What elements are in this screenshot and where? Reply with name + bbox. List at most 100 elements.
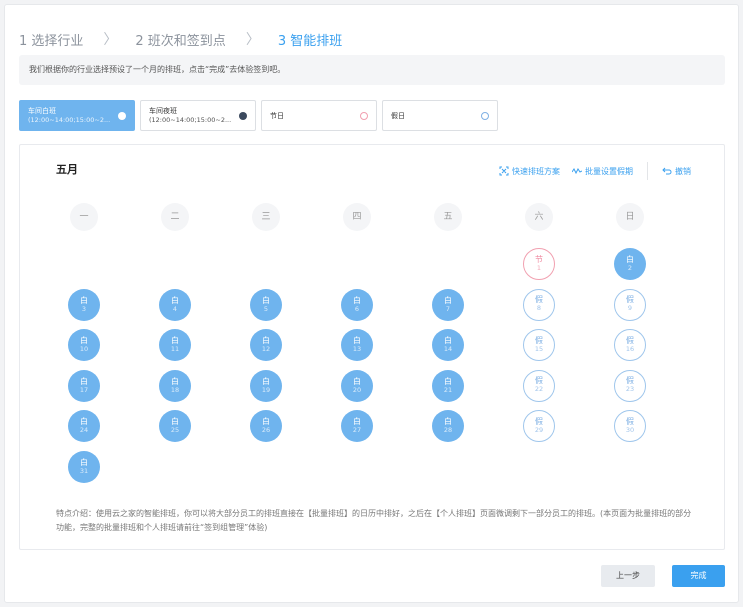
calendar-day[interactable]: 假8 (523, 288, 555, 321)
calendar-day[interactable]: 白 31 (68, 450, 100, 483)
day-number: 8 (536, 304, 542, 312)
day-number: 3 (81, 304, 87, 313)
day-shift-label: 白 (171, 417, 179, 426)
calendar-day[interactable]: 白 12 (250, 329, 282, 361)
step-shifts-checkin[interactable]: 2 班次和签到点 (135, 30, 225, 49)
undo-label: 撤销 (675, 166, 691, 176)
calendar-day[interactable]: 白7 (432, 288, 464, 321)
calendar-day[interactable]: 白5 (250, 288, 282, 321)
calendar-day[interactable]: 白 21 (432, 369, 464, 402)
day-shift-label: 白 (262, 417, 270, 426)
calendar-day[interactable]: 白 25 (159, 410, 191, 442)
calendar-day[interactable]: 白 18 (159, 369, 191, 402)
day-number: 17 (79, 385, 89, 394)
weekday-label: 三 (252, 203, 280, 231)
toolbar-divider (647, 162, 648, 180)
calendar-day[interactable]: 白4 (159, 288, 191, 321)
expand-icon (499, 166, 509, 176)
undo-button[interactable]: 撤销 (662, 166, 691, 177)
calendar-day[interactable]: 白 26 (250, 410, 282, 442)
shift-option-night[interactable]: 车间夜班 (12:00~14:00;15:00~2... (140, 100, 256, 131)
day-number: 29 (534, 425, 544, 434)
calendar-day[interactable]: 白6 (341, 288, 373, 321)
wave-icon (572, 168, 582, 175)
weekday-label: 四 (343, 203, 371, 231)
day-number: 6 (354, 304, 360, 313)
shift-color-dot (118, 112, 126, 120)
day-number: 25 (170, 426, 180, 434)
day-shift-label: 假 (626, 376, 634, 385)
calendar-day[interactable]: 白 20 (341, 369, 373, 402)
wizard-card: 1 选择行业 〉 2 班次和签到点 〉 3 智能排班 我们根据你的行业选择预设了… (4, 4, 739, 603)
calendar-day[interactable]: 节1 (523, 248, 555, 280)
day-shift-label: 假 (535, 295, 543, 304)
calendar-day[interactable]: 假 15 (523, 329, 555, 361)
calendar-day[interactable]: 白 11 (159, 329, 191, 361)
calendar-day[interactable]: 白 13 (341, 329, 373, 361)
quick-schedule-button[interactable]: 快速排班方案 (499, 166, 560, 177)
day-number: 31 (79, 466, 89, 475)
day-number: 22 (534, 385, 544, 393)
day-shift-label: 白 (444, 295, 452, 305)
calendar-day[interactable]: 白2 (614, 248, 646, 280)
quick-schedule-label: 快速排班方案 (512, 166, 560, 176)
day-shift-label: 白 (353, 417, 361, 426)
calendar-day[interactable]: 白 24 (68, 410, 100, 442)
calendar-day[interactable]: 白 19 (250, 369, 282, 402)
shift-option-holiday[interactable]: 假日 (382, 100, 498, 131)
day-number: 13 (352, 345, 362, 353)
calendar-day[interactable]: 白3 (68, 288, 100, 321)
chevron-right-icon: 〉 (245, 32, 260, 48)
shift-color-dot (481, 112, 489, 120)
calendar-day[interactable]: 白 10 (68, 329, 100, 361)
day-shift-label: 假 (626, 295, 634, 304)
calendar-day[interactable]: 白 27 (341, 410, 373, 442)
day-number: 2 (627, 264, 633, 272)
shift-option-day[interactable]: 车间白班 (12:00~14:00;15:00~2... (19, 100, 135, 131)
day-number: 1 (536, 263, 542, 272)
day-shift-label: 白 (262, 295, 270, 305)
shift-name: 节日 (270, 112, 284, 120)
day-shift-label: 白 (626, 255, 634, 264)
day-number: 5 (263, 304, 269, 313)
day-shift-label: 白 (262, 376, 270, 386)
weekday-label: 日 (616, 203, 644, 231)
calendar-day[interactable]: 假 29 (523, 410, 555, 442)
batch-holiday-label: 批量设置假期 (585, 166, 633, 176)
day-shift-label: 假 (626, 416, 634, 426)
weekday-label: 一 (70, 203, 98, 231)
calendar-toolbar: 快速排班方案 批量设置假期 撤销 (487, 162, 691, 180)
day-shift-label: 白 (353, 376, 361, 386)
day-shift-label: 假 (535, 416, 543, 426)
calendar-day[interactable]: 假 22 (523, 369, 555, 402)
step-smart-schedule[interactable]: 3 智能排班 (278, 30, 342, 49)
calendar-day[interactable]: 假 23 (614, 369, 646, 402)
shift-time: (12:00~14:00;15:00~2... (149, 116, 232, 124)
day-shift-label: 假 (535, 376, 543, 385)
day-number: 19 (261, 385, 271, 394)
calendar-day[interactable]: 假 16 (614, 329, 646, 361)
calendar-day[interactable]: 假9 (614, 288, 646, 321)
shift-color-dot (360, 112, 368, 120)
day-shift-label: 白 (262, 336, 270, 345)
shift-time: (12:00~14:00;15:00~2... (28, 116, 111, 124)
weekday-label: 五 (434, 203, 462, 231)
calendar-day[interactable]: 白 17 (68, 369, 100, 402)
finish-button[interactable]: 完成 (672, 565, 725, 587)
shift-selector: 车间白班 (12:00~14:00;15:00~2... 车间夜班 (12:00… (19, 100, 498, 131)
step-select-industry[interactable]: 1 选择行业 (19, 30, 83, 49)
calendar-day[interactable]: 白 14 (432, 329, 464, 361)
undo-icon (662, 167, 672, 175)
day-number: 21 (443, 385, 453, 394)
step-indicator: 1 选择行业 〉 2 班次和签到点 〉 3 智能排班 (19, 29, 342, 49)
day-number: 26 (261, 426, 271, 434)
batch-holiday-button[interactable]: 批量设置假期 (572, 166, 633, 177)
day-shift-label: 假 (626, 335, 634, 345)
shift-option-festival[interactable]: 节日 (261, 100, 377, 131)
previous-step-button[interactable]: 上一步 (601, 565, 655, 587)
calendar-day[interactable]: 白 28 (432, 410, 464, 442)
calendar-day[interactable]: 假 30 (614, 410, 646, 442)
day-number: 10 (79, 345, 89, 353)
weekday-label: 二 (161, 203, 189, 231)
day-shift-label: 白 (353, 336, 361, 345)
